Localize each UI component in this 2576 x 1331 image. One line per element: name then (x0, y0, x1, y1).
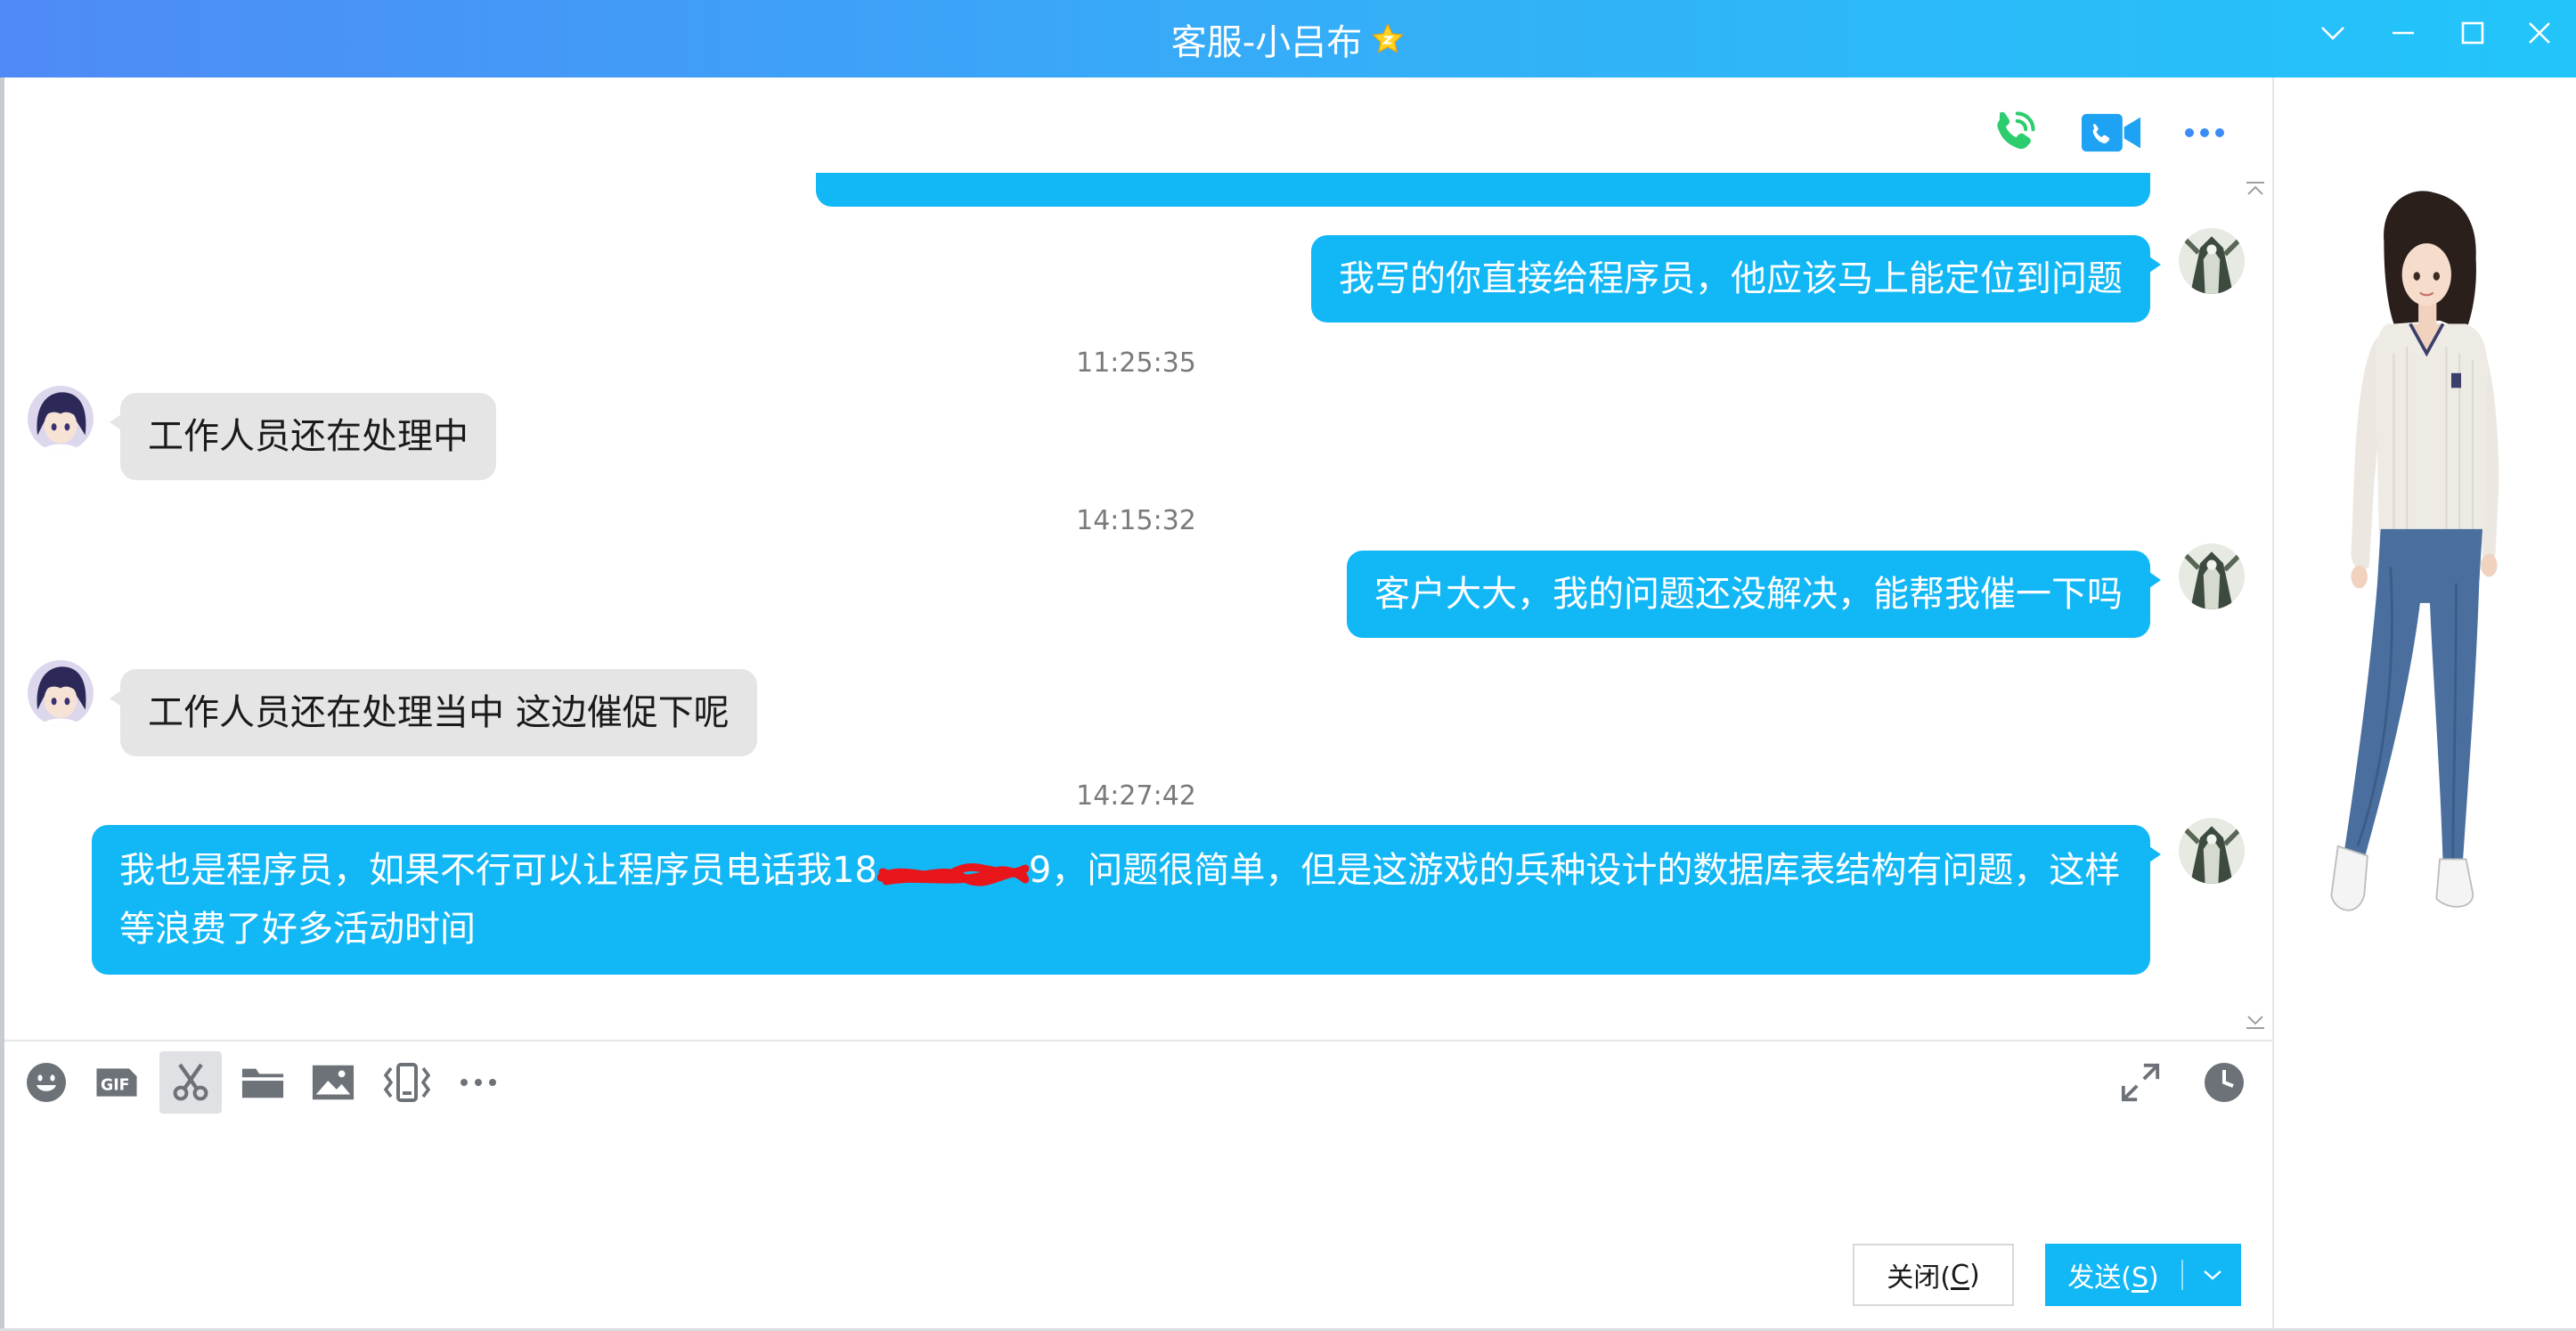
user-avatar[interactable] (2179, 818, 2245, 884)
redaction-scribble (876, 853, 1030, 892)
svg-text:GIF: GIF (101, 1077, 130, 1095)
message-line-2: 等浪费了好多活动时间 (119, 909, 476, 950)
message-bubble-received[interactable]: 工作人员还在处理中 (110, 393, 496, 480)
scissors-icon[interactable] (166, 1057, 216, 1107)
agent-avatar[interactable] (28, 660, 94, 726)
more-icon[interactable] (2180, 120, 2230, 145)
emoji-icon[interactable] (21, 1057, 71, 1107)
message-line-1: 我也是程序员，如果不行可以让程序员电话我18 9，问题很简单，但是这游戏的兵种设计… (119, 841, 2123, 900)
expand-icon[interactable] (2115, 1057, 2165, 1107)
message-bubble-received[interactable]: 工作人员还在处理当中 这边催促下呢 (110, 669, 757, 756)
send-button-suffix: ) (2148, 1262, 2159, 1294)
message-input[interactable] (18, 1124, 2254, 1231)
send-button-label: 发送( (2067, 1262, 2132, 1294)
girl-character-image[interactable] (2325, 189, 2514, 920)
message-timestamp: 11:25:35 (1076, 347, 1196, 379)
image-icon[interactable] (308, 1057, 358, 1107)
clock-icon[interactable] (2199, 1057, 2249, 1107)
send-button-hotkey: S (2131, 1262, 2149, 1294)
chevron-down-icon[interactable] (2313, 13, 2352, 53)
window-title-group: 客服-小吕布 (0, 0, 2576, 78)
window-title: 客服-小吕布 (1170, 21, 1363, 63)
close-button-label: 关闭( (1887, 1262, 1952, 1294)
window-border-left (0, 78, 4, 1331)
message-text: 工作人员还在处理当中 这边催促下呢 (148, 692, 730, 733)
video-call-icon[interactable] (2082, 110, 2140, 155)
message-timestamp: 14:15:32 (1076, 505, 1196, 536)
message-text: 客户大大，我的问题还没解决，能帮我催一下吗 (1374, 574, 2123, 615)
message-bubble-sent[interactable]: 客户大大，我的问题还没解决，能帮我催一下吗 (1347, 551, 2161, 638)
message-list[interactable]: 我写的你直接给程序员，他应该马上能定位到问题 11:25:35 工作人员还在处理… (0, 173, 2272, 1040)
window-shake-icon[interactable] (382, 1057, 432, 1107)
message-text: 工作人员还在处理中 (148, 416, 469, 457)
phone-call-icon[interactable] (1985, 104, 2042, 161)
message-text: 9，问题很简单，但是这游戏的兵种设计的数据库表结构有问题，这样 (1028, 850, 2121, 891)
close-icon[interactable] (2520, 13, 2559, 53)
send-button-label-group[interactable]: 发送(S) (2045, 1255, 2181, 1294)
close-button[interactable]: 关闭(C) (1853, 1244, 2014, 1306)
folder-icon[interactable] (238, 1057, 288, 1107)
message-bubble-sent-partial[interactable] (816, 173, 2150, 207)
message-timestamp: 14:27:42 (1076, 780, 1196, 812)
maximize-icon[interactable] (2453, 13, 2492, 53)
minimize-icon[interactable] (2384, 13, 2423, 53)
message-bubble-sent[interactable]: 我也是程序员，如果不行可以让程序员电话我18 9，问题很简单，但是这游戏的兵种设计… (92, 825, 2161, 975)
more-icon[interactable] (453, 1057, 503, 1107)
message-text: 我也是程序员，如果不行可以让程序员电话我18 (119, 850, 877, 891)
chevron-down-icon[interactable] (2183, 1244, 2241, 1306)
message-text: 我写的你直接给程序员，他应该马上能定位到问题 (1339, 258, 2123, 299)
close-button-hotkey: C (1951, 1259, 1969, 1291)
user-avatar[interactable] (2179, 543, 2245, 609)
gif-icon[interactable]: GIF (92, 1057, 142, 1107)
agent-avatar[interactable] (28, 386, 94, 452)
input-divider (4, 1040, 2272, 1041)
vip-star-icon (1371, 22, 1405, 56)
send-button[interactable]: 发送(S) (2045, 1244, 2241, 1306)
close-button-suffix: ) (1969, 1259, 1980, 1291)
message-bubble-sent[interactable]: 我写的你直接给程序员，他应该马上能定位到问题 (1311, 235, 2161, 323)
user-avatar[interactable] (2179, 228, 2245, 294)
